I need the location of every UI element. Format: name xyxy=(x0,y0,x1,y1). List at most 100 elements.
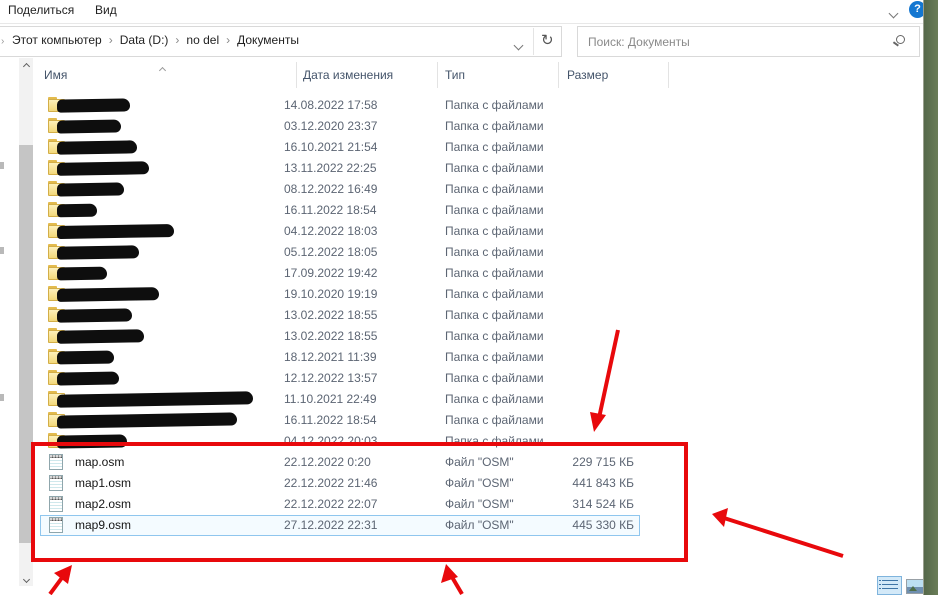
chevron-up-icon xyxy=(22,62,30,71)
clipped-breadcrumb-chevron: › xyxy=(1,36,5,47)
column-divider[interactable] xyxy=(668,62,669,88)
search-input[interactable] xyxy=(588,28,888,55)
redaction-scribble xyxy=(56,434,128,449)
chevron-right-icon: › xyxy=(226,33,231,47)
redaction-scribble xyxy=(56,371,120,386)
search-box xyxy=(577,26,920,57)
folder-row[interactable]: 05.12.2022 18:05 Папка с файлами xyxy=(0,242,938,263)
redaction-scribble xyxy=(56,245,140,260)
item-type: Файл "OSM" xyxy=(445,518,514,532)
item-type: Папка с файлами xyxy=(445,308,544,322)
file-row[interactable]: map9.osm 27.12.2022 22:31 Файл "OSM" 445 33… xyxy=(0,515,938,536)
column-header-size[interactable]: Размер xyxy=(567,68,608,82)
redaction-scribble xyxy=(56,391,254,408)
tab-share[interactable]: Поделиться xyxy=(8,3,74,17)
item-type: Папка с файлами xyxy=(445,350,544,364)
red-arrowhead xyxy=(441,564,458,583)
date-modified: 04.12.2022 20:03 xyxy=(284,434,378,448)
chevron-down-icon xyxy=(513,40,524,51)
item-type: Папка с файлами xyxy=(445,329,544,343)
chevron-down-icon xyxy=(22,575,30,584)
folder-row[interactable]: 16.11.2022 18:54 Папка с файлами xyxy=(0,200,938,221)
redaction-scribble xyxy=(56,98,131,113)
date-modified: 16.11.2022 18:54 xyxy=(284,203,377,217)
file-row[interactable]: map2.osm 22.12.2022 22:07 Файл "OSM" 314 52… xyxy=(0,494,938,515)
scrollbar-down-button[interactable] xyxy=(19,571,33,586)
date-modified: 13.02.2022 18:55 xyxy=(284,329,378,343)
file-name: map.osm xyxy=(75,455,125,469)
folder-row[interactable]: Adobe03.12.2020 23:37Папка с файлами xyxy=(0,116,938,137)
osm-file-icon xyxy=(49,496,63,512)
redaction-scribble xyxy=(56,308,133,323)
redaction-scribble xyxy=(56,287,160,302)
date-modified: 22.12.2022 0:20 xyxy=(284,455,371,469)
breadcrumb-this-pc[interactable]: Этот компьютер xyxy=(12,33,102,47)
folder-row[interactable]: 18.12.2021 11:39 Папка с файлами xyxy=(0,347,938,368)
file-row[interactable]: map.osm 22.12.2022 0:20 Файл "OSM" 229 715 … xyxy=(0,452,938,473)
breadcrumb-no-del[interactable]: no del xyxy=(186,33,219,47)
search-icon[interactable] xyxy=(896,35,905,44)
redaction-scribble xyxy=(56,329,145,344)
details-view-button[interactable] xyxy=(877,576,902,595)
file-size: 441 843 КБ xyxy=(572,476,634,490)
folder-row[interactable]: 11.10.2021 22:49 Папка с файлами xyxy=(0,389,938,410)
folder-row[interactable]: 12.12.2022 13:57 Папка с файлами xyxy=(0,368,938,389)
file-size: 314 524 КБ xyxy=(572,497,634,511)
folder-row[interactable]: 13.02.2022 18:55 Папка с файлами xyxy=(0,305,938,326)
tab-view[interactable]: Вид xyxy=(95,3,117,17)
item-type: Папка с файлами xyxy=(445,161,544,175)
sort-ascending-icon xyxy=(158,62,167,76)
folder-row[interactable]: 14.08.2022 17:58 Папка с файлами xyxy=(0,95,938,116)
column-divider[interactable] xyxy=(558,62,559,88)
column-header-date[interactable]: Дата изменения xyxy=(303,68,393,82)
date-modified: 12.12.2022 13:57 xyxy=(284,371,378,385)
item-type: Папка с файлами xyxy=(445,245,544,259)
scrollbar-up-button[interactable] xyxy=(19,58,33,73)
folder-row[interactable]: 08.12.2022 16:49 Папка с файлами xyxy=(0,179,938,200)
date-modified: 27.12.2022 22:31 xyxy=(284,518,378,532)
file-row[interactable]: map1.osm 22.12.2022 21:46 Файл "OSM" 441 84… xyxy=(0,473,938,494)
breadcrumb-drive-d[interactable]: Data (D:) xyxy=(120,33,169,47)
chevron-down-icon xyxy=(888,8,899,19)
item-type: Папка с файлами xyxy=(445,434,544,448)
redaction-scribble xyxy=(56,119,122,134)
file-name: map2.osm xyxy=(75,497,132,511)
folder-row[interactable]: 17.09.2022 19:42 Папка с файлами xyxy=(0,263,938,284)
date-modified: 03.12.2020 23:37 xyxy=(284,119,378,133)
folder-row[interactable]: 13.11.2022 22:25 Папка с файлами xyxy=(0,158,938,179)
item-type: Папка с файлами xyxy=(445,371,544,385)
osm-file-icon xyxy=(49,475,63,491)
item-type: Папка с файлами xyxy=(445,203,544,217)
column-divider[interactable] xyxy=(437,62,438,88)
column-divider[interactable] xyxy=(296,62,297,88)
refresh-button[interactable]: ↻ xyxy=(541,31,554,49)
ribbon-collapse-button[interactable] xyxy=(888,6,899,20)
item-type: Папка с файлами xyxy=(445,413,544,427)
redaction-scribble xyxy=(56,412,238,429)
ribbon-bar: Поделиться Вид xyxy=(0,0,938,24)
redaction-scribble xyxy=(56,161,150,176)
item-type: Папка с файлами xyxy=(445,266,544,280)
date-modified: 05.12.2022 18:05 xyxy=(284,245,378,259)
folder-row[interactable]: 16.11.2022 18:54 Папка с файлами xyxy=(0,410,938,431)
chevron-right-icon: › xyxy=(108,33,113,47)
folder-row[interactable]: 04.12.2022 20:03 Папка с файлами xyxy=(0,431,938,452)
folder-row[interactable]: 19.10.2020 19:19 Папка с файлами xyxy=(0,284,938,305)
column-header-type[interactable]: Тип xyxy=(445,68,465,82)
item-type: Файл "OSM" xyxy=(445,455,514,469)
date-modified: 19.10.2020 19:19 xyxy=(284,287,378,301)
date-modified: 08.12.2022 16:49 xyxy=(284,182,378,196)
breadcrumb-documents[interactable]: Документы xyxy=(237,33,299,47)
folder-row[interactable]: 04.12.2022 18:03 Папка с файлами xyxy=(0,221,938,242)
address-dropdown-button[interactable] xyxy=(513,38,524,52)
desktop-background-strip xyxy=(924,0,938,595)
redaction-scribble xyxy=(56,350,115,365)
file-size: 229 715 КБ xyxy=(572,455,634,469)
date-modified: 22.12.2022 21:46 xyxy=(284,476,378,490)
osm-file-icon xyxy=(49,454,63,470)
item-type: Папка с файлами xyxy=(445,182,544,196)
folder-row[interactable]: 16.10.2021 21:54 Папка с файлами xyxy=(0,137,938,158)
column-header-name[interactable]: Имя xyxy=(44,68,67,82)
folder-row[interactable]: 13.02.2022 18:55 Папка с файлами xyxy=(0,326,938,347)
date-modified: 13.11.2022 22:25 xyxy=(284,161,377,175)
